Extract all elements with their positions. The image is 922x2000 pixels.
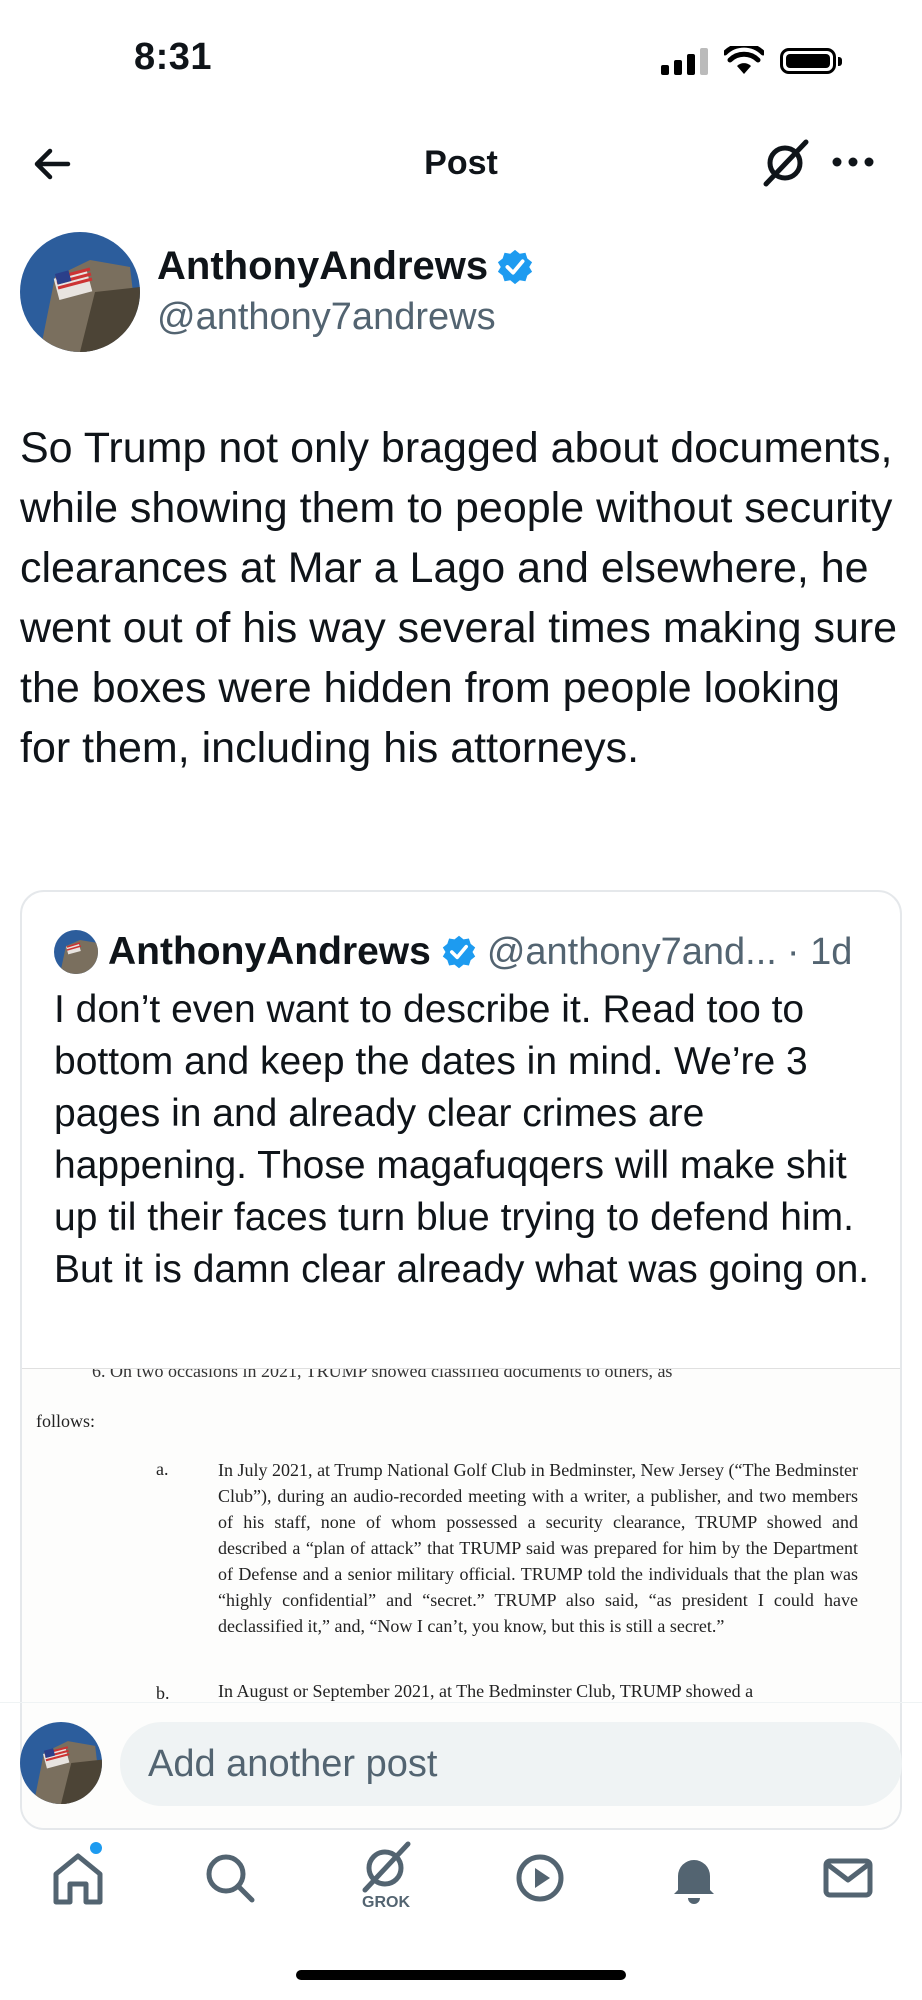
cellular-signal-icon [661,47,708,75]
quoted-post-card[interactable]: AnthonyAndrews @anthony7and... · 1d I do… [20,890,902,1830]
document-follows: follows: [36,1411,96,1431]
battery-icon [780,48,842,74]
post-text: So Trump not only bragged about document… [20,424,898,772]
quoted-author-name: AnthonyAndrews [108,930,431,973]
add-another-post-input[interactable]: Add another post [120,1722,902,1806]
document-item-b-label: b. [156,1683,170,1703]
more-options-icon[interactable] [830,150,876,174]
quoted-post-text: I don’t even want to describe it. Read t… [54,988,870,1291]
verified-badge-icon [442,935,476,969]
reply-divider [0,1702,922,1703]
status-time: 8:31 [134,36,213,78]
author-handle[interactable]: @anthony7andrews [157,296,496,339]
video-play-icon[interactable] [510,1848,570,1908]
status-icons [661,46,842,76]
current-user-avatar[interactable] [20,1722,102,1804]
verified-badge-icon [498,249,533,284]
notifications-bell-icon[interactable] [664,1848,724,1908]
grok-tab-icon[interactable] [356,1836,416,1896]
quoted-author-avatar [54,930,98,974]
quoted-post-header: AnthonyAndrews @anthony7and... · 1d [54,930,852,974]
document-item-b-text: In August or September 2021, at The Bedm… [218,1681,754,1701]
home-notification-dot [90,1842,102,1854]
author-avatar[interactable] [20,232,140,352]
home-icon[interactable] [48,1848,108,1908]
document-item-a-label: a. [156,1459,169,1479]
quoted-author-handle: @anthony7and... [486,930,777,973]
home-indicator [296,1970,626,1980]
document-top-line: 6. On two occasions in 2021, TRUMP showe… [92,1368,673,1381]
search-icon[interactable] [200,1848,260,1908]
wifi-icon [724,46,764,74]
author-name-text[interactable]: AnthonyAndrews [157,244,488,289]
messages-mail-icon[interactable] [818,1848,878,1908]
document-item-a-text: In July 2021, at Trump National Golf Clu… [218,1460,858,1636]
quoted-post-time: · 1d [786,930,853,973]
author-name[interactable]: AnthonyAndrews [157,244,534,289]
grok-tab-label[interactable]: GROK [340,1894,432,1912]
grok-icon[interactable] [758,134,814,190]
